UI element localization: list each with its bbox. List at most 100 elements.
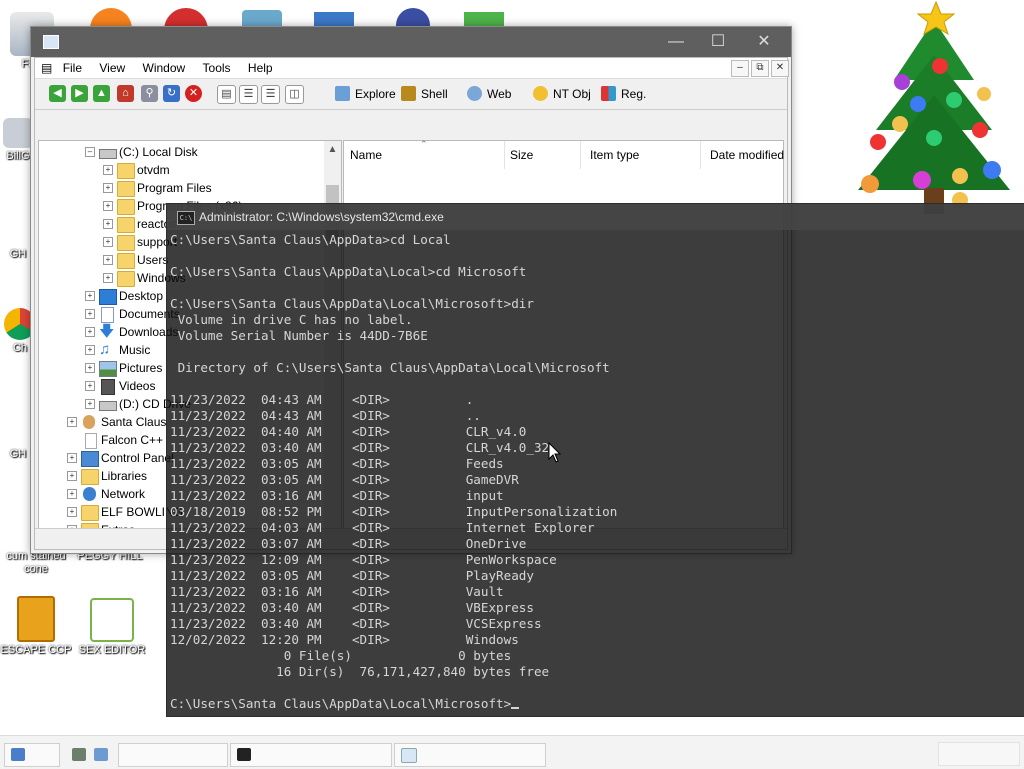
- registry-button[interactable]: Reg.: [601, 85, 646, 103]
- view-small-icons-icon[interactable]: ☰: [261, 85, 280, 104]
- nt-obj-button[interactable]: NT Obj: [533, 85, 591, 103]
- explorer-titlebar[interactable]: — ☐ ✕: [31, 27, 791, 57]
- expand-toggle[interactable]: +: [103, 273, 113, 283]
- collapse-toggle[interactable]: –: [85, 147, 95, 157]
- menu-bar: ▤ File View Window Tools Help – ⧉ ✕: [35, 58, 789, 79]
- expand-toggle[interactable]: +: [67, 471, 77, 481]
- web-button[interactable]: Web: [467, 85, 511, 103]
- back-arrow-icon[interactable]: ◀: [49, 85, 66, 102]
- expand-toggle[interactable]: +: [103, 183, 113, 193]
- desktop-icon-label: ESCAPE CCP: [0, 644, 72, 656]
- home-icon[interactable]: ⌂: [117, 85, 134, 102]
- expand-toggle[interactable]: +: [67, 453, 77, 463]
- taskbar-button-cmd[interactable]: [230, 743, 392, 767]
- expand-toggle[interactable]: +: [85, 309, 95, 319]
- taskbar-empty-slot[interactable]: [118, 743, 228, 767]
- console-title: Administrator: C:\Windows\system32\cmd.e…: [199, 210, 444, 224]
- expand-toggle[interactable]: +: [67, 417, 77, 427]
- minimize-button[interactable]: —: [653, 27, 699, 57]
- shell-label: Shell: [421, 87, 448, 101]
- console-icon: C:\: [177, 211, 195, 225]
- column-header-date-modified[interactable]: Date modified: [704, 141, 794, 169]
- explore-button[interactable]: Explore: [335, 85, 396, 103]
- taskbar: [0, 735, 1024, 769]
- desktop-icon-escape-ccp[interactable]: ESCAPE CCP: [0, 596, 72, 657]
- start-button[interactable]: [4, 743, 60, 767]
- mahjong-tile-icon: [17, 596, 55, 642]
- console-line: 11/23/2022 03:05 AM <DIR> GameDVR: [170, 472, 519, 487]
- scroll-up-arrow-icon[interactable]: ▲: [324, 141, 341, 158]
- console-line: 11/23/2022 12:09 AM <DIR> PenWorkspace: [170, 552, 557, 567]
- explore-label: Explore: [355, 87, 396, 101]
- shortcut-icon: [13, 436, 23, 446]
- console-prompt-line[interactable]: C:\Users\Santa Claus\AppData\Local\Micro…: [170, 696, 1017, 712]
- console-output[interactable]: C:\Users\Santa Claus\AppData>cd Local C:…: [170, 232, 1017, 712]
- desktop-icon: [99, 289, 117, 305]
- console-line: 11/23/2022 03:40 AM <DIR> VBExpress: [170, 600, 534, 615]
- expand-toggle[interactable]: +: [103, 219, 113, 229]
- tree-item-label: Falcon C++: [101, 433, 164, 447]
- column-header-item-type[interactable]: Item type: [584, 141, 701, 169]
- menu-file[interactable]: File: [56, 58, 89, 78]
- shell-button[interactable]: Shell: [401, 85, 448, 103]
- explorer-app-icon: [401, 748, 417, 763]
- console-line: 11/23/2022 03:07 AM <DIR> OneDrive: [170, 536, 527, 551]
- tree-item-label: Libraries: [101, 469, 148, 483]
- show-desktop-icon[interactable]: [72, 748, 86, 761]
- stop-icon[interactable]: ✕: [185, 85, 202, 102]
- refresh-icon[interactable]: ↻: [163, 85, 180, 102]
- console-line: Volume in drive C has no label.: [170, 312, 413, 327]
- menu-window[interactable]: Window: [136, 58, 193, 78]
- christmas-tree-decoration: [858, 0, 1010, 214]
- mdi-minimize-button[interactable]: –: [731, 60, 749, 77]
- folder-icon: [117, 235, 135, 251]
- download-arrow-icon: 🡇: [99, 323, 115, 340]
- view-details-icon[interactable]: ▤: [217, 85, 236, 104]
- text-cursor: [511, 707, 520, 709]
- console-titlebar[interactable]: C:\ Administrator: C:\Windows\system32\c…: [167, 204, 1024, 230]
- expand-toggle[interactable]: +: [85, 381, 95, 391]
- console-line: 11/23/2022 04:43 AM <DIR> ..: [170, 408, 481, 423]
- hex-editor-icon: [90, 598, 134, 642]
- expand-toggle[interactable]: +: [85, 363, 95, 373]
- expand-toggle[interactable]: +: [85, 327, 95, 337]
- console-line: Volume Serial Number is 44DD-7B6E: [170, 328, 428, 343]
- menu-tools[interactable]: Tools: [196, 58, 238, 78]
- forward-arrow-icon[interactable]: ▶: [71, 85, 88, 102]
- taskbar-button-explorer[interactable]: [394, 743, 546, 767]
- mdi-close-button[interactable]: ✕: [771, 60, 789, 77]
- document-icon: [101, 307, 114, 323]
- console-prompt: C:\Users\Santa Claus\AppData\Local\Micro…: [170, 696, 512, 711]
- expand-toggle[interactable]: +: [103, 255, 113, 265]
- expand-toggle[interactable]: +: [85, 399, 95, 409]
- desktop-icon-sex-editor[interactable]: SEX EDITOR: [76, 598, 148, 657]
- up-arrow-icon[interactable]: ▲: [93, 85, 110, 102]
- console-line: 03/18/2019 08:52 PM <DIR> InputPersonali…: [170, 504, 618, 519]
- expand-toggle[interactable]: +: [85, 345, 95, 355]
- globe-icon: [467, 86, 482, 101]
- shell-icon: [401, 86, 416, 101]
- console-icon: [237, 748, 251, 761]
- explorer-app-icon: [43, 35, 59, 49]
- menu-view[interactable]: View: [92, 58, 132, 78]
- maximize-button[interactable]: ☐: [695, 27, 741, 57]
- view-large-icons-icon[interactable]: ◫: [285, 85, 304, 104]
- expand-toggle[interactable]: +: [103, 201, 113, 211]
- expand-toggle[interactable]: +: [103, 165, 113, 175]
- expand-toggle[interactable]: +: [85, 291, 95, 301]
- mdi-restore-button[interactable]: ⧉: [751, 60, 769, 77]
- expand-toggle[interactable]: +: [67, 507, 77, 517]
- expand-toggle[interactable]: +: [103, 237, 113, 247]
- console-line: C:\Users\Santa Claus\AppData\Local>cd Mi…: [170, 264, 527, 279]
- menu-help[interactable]: Help: [241, 58, 280, 78]
- console-line: 11/23/2022 03:16 AM <DIR> input: [170, 488, 504, 503]
- search-icon[interactable]: ⚲: [141, 85, 158, 102]
- console-line: C:\Users\Santa Claus\AppData\Local\Micro…: [170, 296, 534, 311]
- close-button[interactable]: ✕: [741, 27, 787, 57]
- command-prompt-window[interactable]: C:\ Administrator: C:\Windows\system32\c…: [166, 203, 1024, 717]
- expand-toggle[interactable]: +: [67, 489, 77, 499]
- explorer-quick-launch-icon[interactable]: [94, 748, 108, 761]
- view-list-icon[interactable]: ☰: [239, 85, 258, 104]
- column-header-size[interactable]: Size: [504, 141, 581, 169]
